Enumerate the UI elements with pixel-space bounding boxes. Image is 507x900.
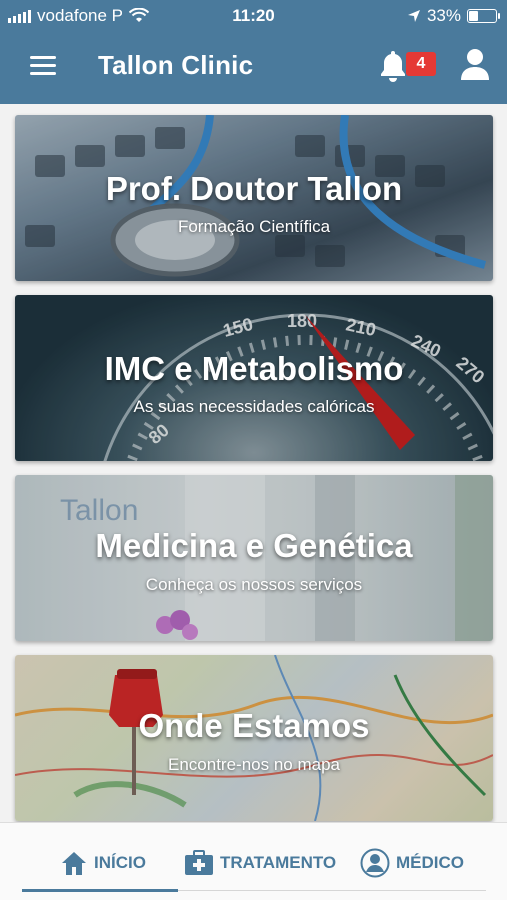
card-medicina-genetica[interactable]: Tallon Medicina e Genética Conheça os no… xyxy=(15,475,493,641)
tab-label: TRATAMENTO xyxy=(220,853,337,872)
active-tab-indicator xyxy=(22,889,178,892)
tab-inicio[interactable]: INÍCIO xyxy=(60,843,146,883)
card-title: Prof. Doutor Tallon xyxy=(105,170,403,207)
status-right: 33% xyxy=(407,6,500,26)
location-arrow-icon xyxy=(407,10,420,22)
card-title: IMC e Metabolismo xyxy=(104,350,404,387)
tab-medico[interactable]: MÉDICO xyxy=(360,843,464,883)
home-icon xyxy=(62,852,86,875)
bell-icon[interactable] xyxy=(378,48,408,82)
card-onde-estamos[interactable]: Onde Estamos Encontre-nos no mapa xyxy=(15,655,493,821)
tab-label: MÉDICO xyxy=(396,853,464,872)
card-subtitle: Encontre-nos no mapa xyxy=(168,755,340,774)
user-icon[interactable] xyxy=(458,46,492,82)
card-title: Onde Estamos xyxy=(138,707,370,744)
battery-percent: 33% xyxy=(426,6,461,25)
card-title: Medicina e Genética xyxy=(95,527,413,564)
notification-badge[interactable]: 4 xyxy=(406,52,436,76)
status-bar: vodafone P 11:20 33% xyxy=(0,0,507,30)
card-subtitle: Conheça os nossos serviços xyxy=(145,575,363,594)
menu-button[interactable] xyxy=(30,56,56,76)
medical-kit-icon xyxy=(185,850,213,875)
page-title: Tallon Clinic xyxy=(98,50,254,80)
card-subtitle: Formação Científica xyxy=(177,217,331,236)
tab-tratamento[interactable]: TRATAMENTO xyxy=(184,843,336,883)
tab-divider xyxy=(178,890,486,891)
app-header: Tallon Clinic 4 xyxy=(0,30,507,104)
top-bar: vodafone P 11:20 33% Tallon Clinic 4 xyxy=(0,0,507,104)
doctor-avatar-icon xyxy=(360,848,390,878)
bottom-tab-bar: INÍCIO TRATAMENTO MÉDICO xyxy=(0,822,507,900)
battery-icon xyxy=(467,9,500,23)
card-prof-doutor-tallon[interactable]: Prof. Doutor Tallon Formação Científica xyxy=(15,115,493,281)
card-imc-metabolismo[interactable]: 150 180 210 240 270 80 IMC e Metabolismo… xyxy=(15,295,493,461)
tab-label: INÍCIO xyxy=(94,853,146,872)
card-subtitle: As suas necessidades calóricas xyxy=(133,397,375,416)
